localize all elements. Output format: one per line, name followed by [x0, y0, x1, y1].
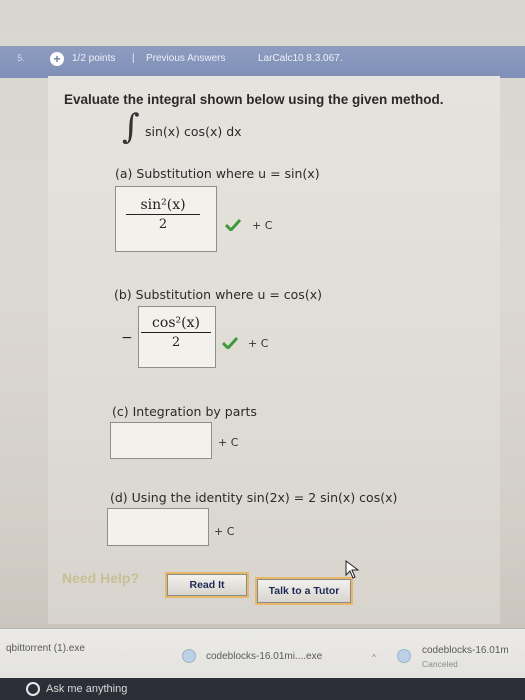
question-number: 5.	[17, 53, 25, 63]
part-a-answer-box[interactable]: sin²(x) 2	[115, 186, 217, 252]
part-b-answer-box[interactable]: cos²(x) 2	[138, 306, 216, 368]
mouse-cursor-icon	[345, 560, 360, 579]
need-help-label: Need Help?	[62, 570, 140, 586]
part-a-label: (a) Substitution where u = sin(x)	[115, 166, 320, 181]
source-label: LarCalc10 8.3.067.	[258, 53, 343, 64]
part-b-label: (b) Substitution where u = cos(x)	[114, 287, 322, 302]
download-item-codeblocks-2[interactable]: codeblocks-16.01m	[422, 645, 509, 656]
fraction-bar	[126, 214, 200, 215]
integrand: sin(x) cos(x) dx	[145, 124, 242, 139]
read-it-button[interactable]: Read It	[167, 574, 247, 596]
downloads-bar: qbittorrent (1).exe codeblocks-16.01mi..…	[0, 628, 525, 679]
download-item-codeblocks-1[interactable]: codeblocks-16.01mi....exe	[206, 651, 322, 662]
file-icon	[397, 649, 411, 663]
expand-plus-icon[interactable]: +	[50, 52, 64, 66]
question-prompt: Evaluate the integral shown below using …	[64, 92, 444, 107]
part-d-answer-input[interactable]	[107, 508, 209, 546]
check-icon	[222, 337, 238, 349]
part-b-fraction: cos²(x) 2	[141, 315, 211, 350]
header-separator: |	[132, 53, 135, 64]
chevron-up-icon[interactable]: ^	[372, 653, 376, 662]
check-icon	[225, 219, 241, 231]
part-c-answer-input[interactable]	[110, 422, 212, 459]
download-item-qbittorrent[interactable]: qbittorrent (1).exe	[6, 643, 85, 654]
part-a-denominator: 2	[158, 217, 168, 232]
points-label: 1/2 points	[72, 53, 116, 64]
part-b-denominator: 2	[171, 335, 181, 350]
integral-sign: ∫	[122, 107, 140, 147]
cortana-icon[interactable]	[26, 682, 40, 696]
part-b-constant: + C	[248, 337, 269, 350]
part-a-numerator: sin²(x)	[140, 197, 186, 213]
part-b-numerator: cos²(x)	[152, 315, 200, 331]
talk-to-tutor-button[interactable]: Talk to a Tutor	[257, 579, 351, 603]
question-header: 5. + 1/2 points | Previous Answers LarCa…	[0, 46, 525, 78]
download-status: Canceled	[422, 659, 458, 669]
part-c-constant: + C	[218, 436, 239, 449]
taskbar-search-input[interactable]: Ask me anything	[46, 683, 127, 695]
part-a-fraction: sin²(x) 2	[126, 197, 200, 232]
part-d-constant: + C	[214, 525, 235, 538]
file-icon	[182, 649, 196, 663]
screen: 5. + 1/2 points | Previous Answers LarCa…	[0, 0, 525, 700]
windows-taskbar: Ask me anything	[0, 678, 525, 700]
previous-answers-link[interactable]: Previous Answers	[146, 53, 225, 64]
fraction-bar	[141, 332, 211, 333]
part-a-constant: + C	[252, 219, 273, 232]
part-d-label: (d) Using the identity sin(2x) = 2 sin(x…	[110, 490, 398, 505]
part-c-label: (c) Integration by parts	[112, 404, 257, 419]
part-b-sign: −	[121, 330, 133, 346]
